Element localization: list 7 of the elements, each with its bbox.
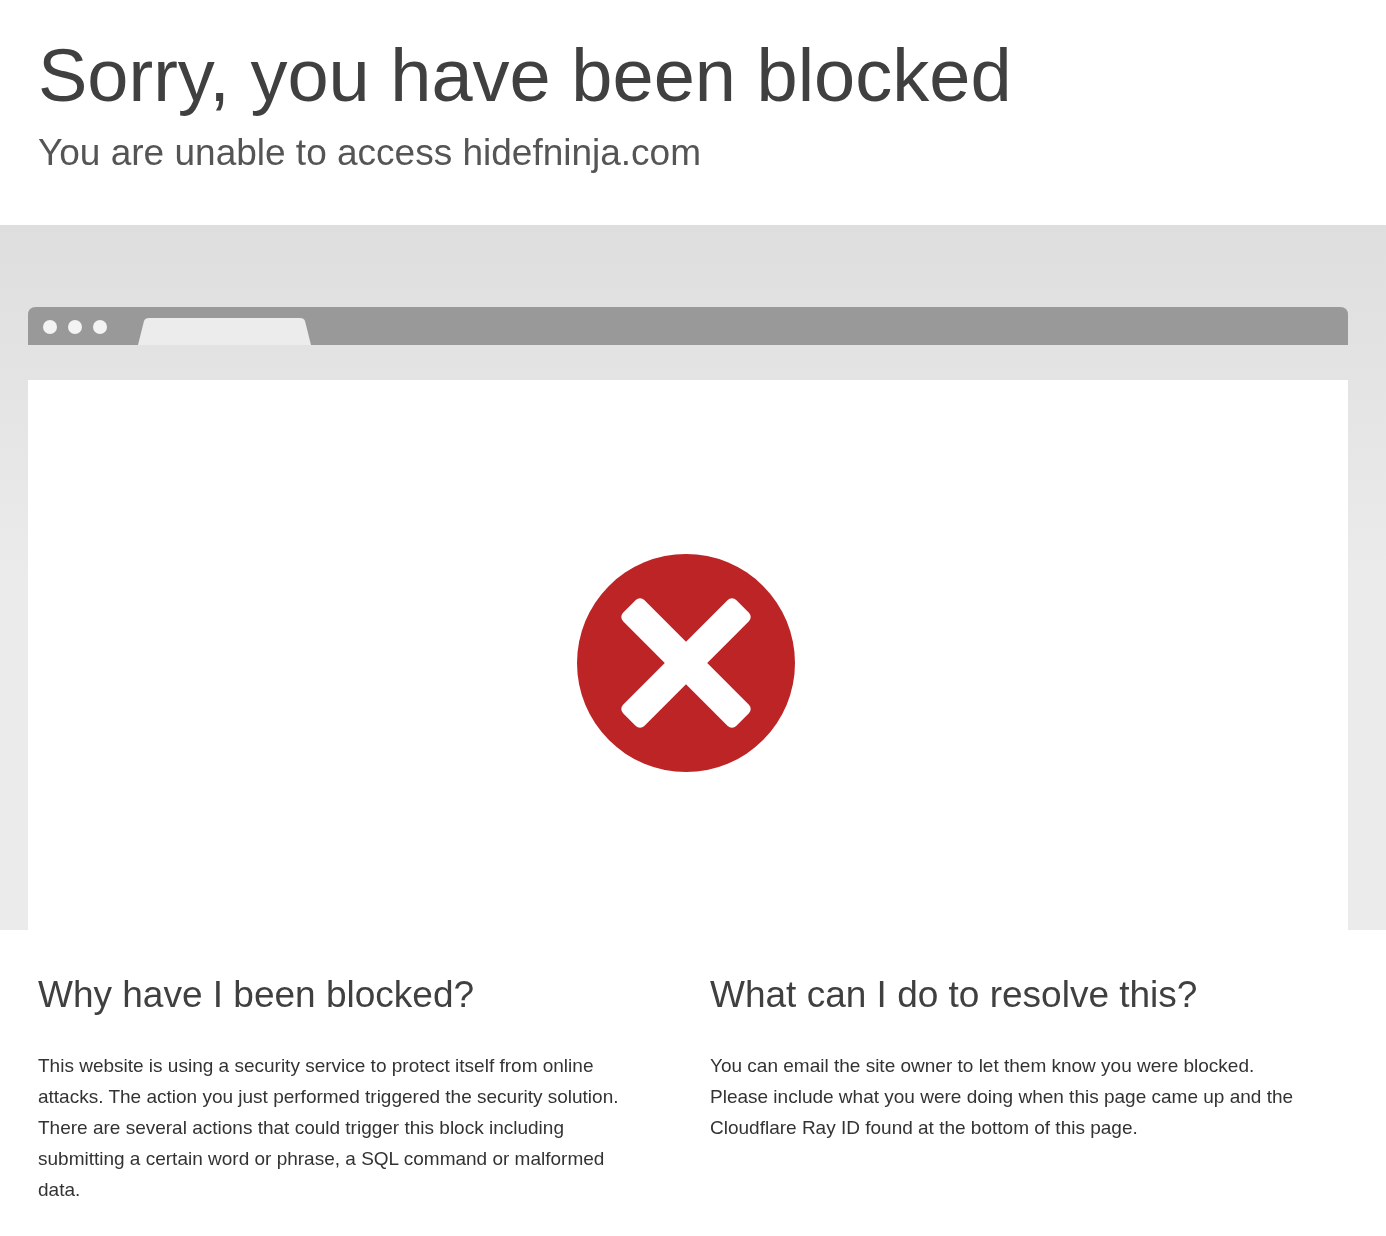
x-circle-icon	[576, 553, 796, 773]
page-title: Sorry, you have been blocked	[38, 33, 1012, 119]
page-subtitle: You are unable to access hidefninja.com	[38, 131, 702, 175]
section-heading: What can I do to resolve this?	[710, 973, 1198, 1017]
section-text: You can email the site owner to let them know you were blocked. Please include what you were doing when this page came up and the Cloudflare Ray ID found at the bottom of this page.	[710, 1054, 1295, 1140]
section-text: This website is using a security service to protect itself from online attacks. The action you just performed triggered the security solution. There are several actions that could trigger this block including submitting a certain word or phrase, a SQL command or malformed data.	[38, 1054, 620, 1202]
section-heading: Why have I been blocked?	[38, 973, 475, 1017]
